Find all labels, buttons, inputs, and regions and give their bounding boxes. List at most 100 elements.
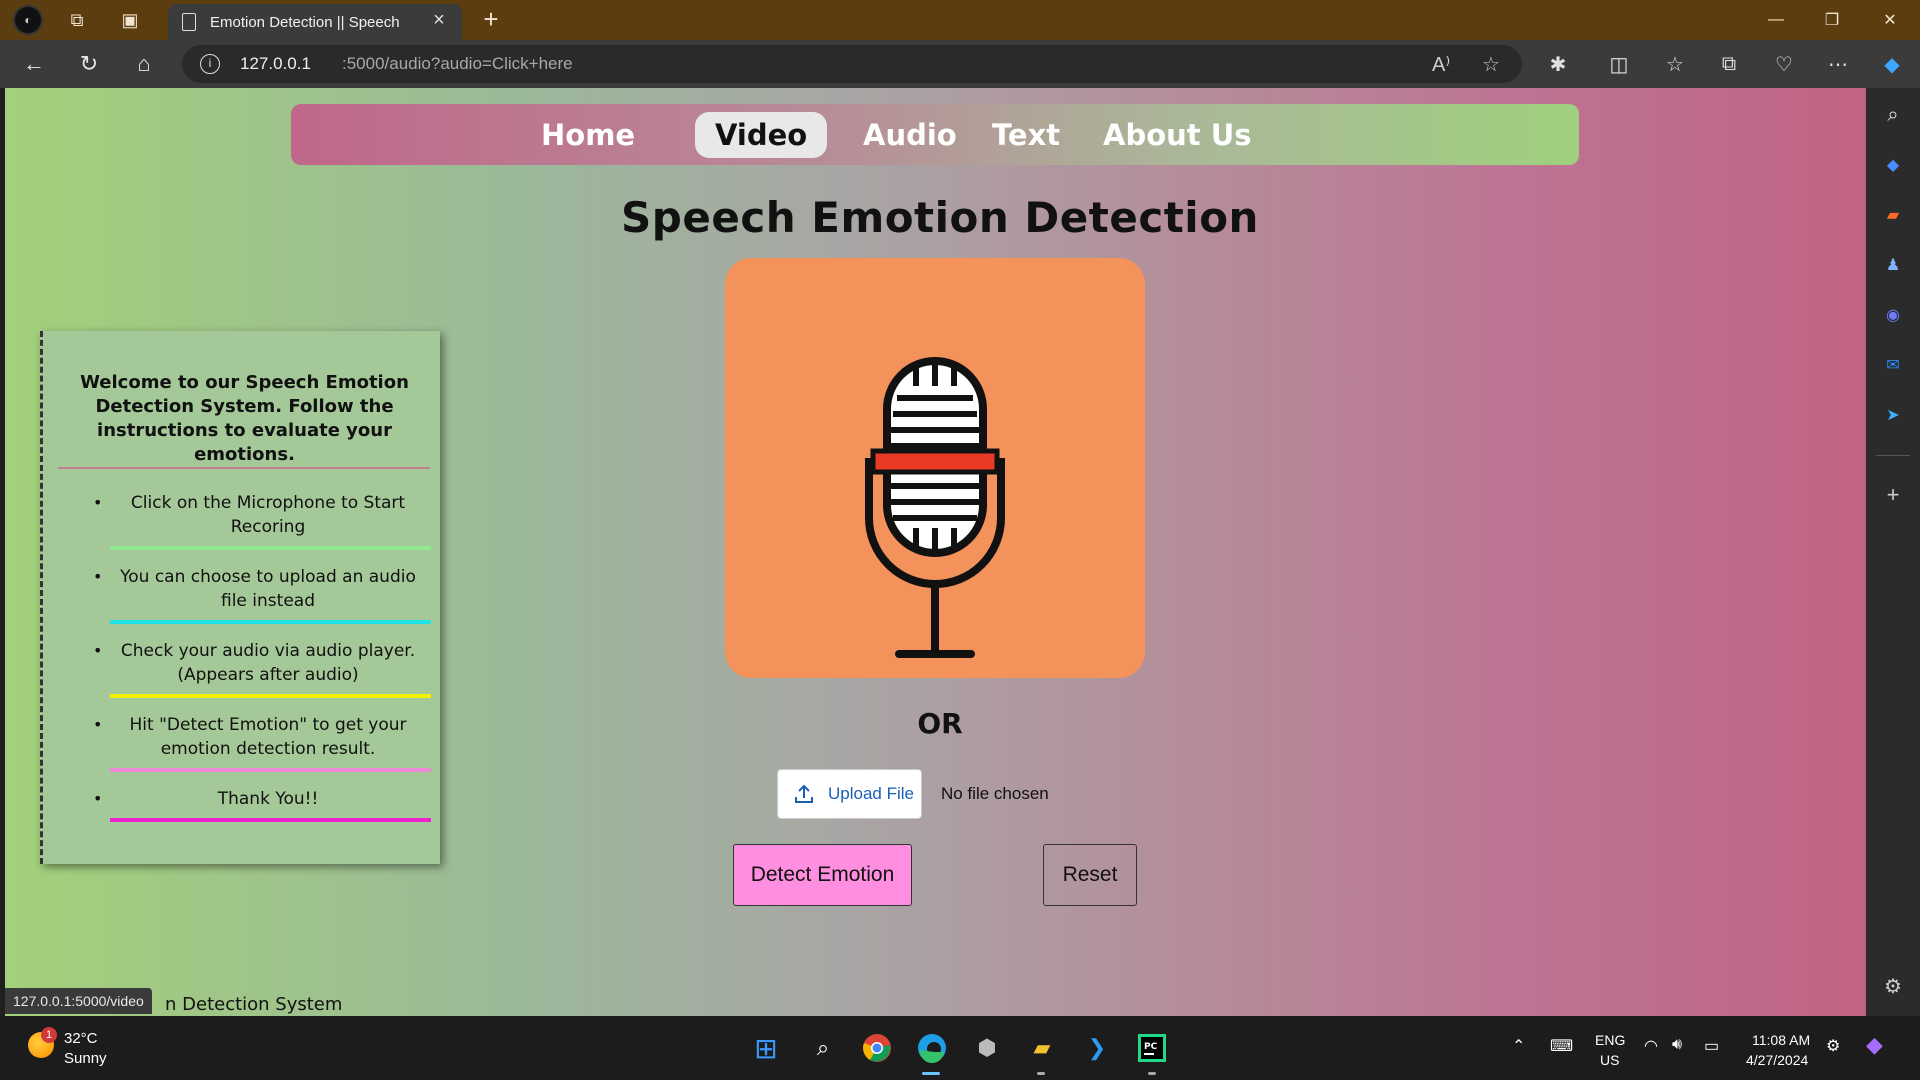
page-icon: [182, 13, 196, 31]
nav-home[interactable]: Home: [521, 112, 655, 158]
vertical-tabs-icon[interactable]: ▣: [115, 6, 145, 34]
shopping-tag-icon[interactable]: ◆: [1878, 150, 1908, 180]
split-screen-icon[interactable]: ◫: [1604, 50, 1634, 78]
status-bar-url: 127.0.0.1:5000/video: [5, 988, 152, 1014]
nav-text[interactable]: Text: [972, 112, 1080, 158]
search-icon[interactable]: ⌕: [806, 1031, 840, 1065]
browser-titlebar: ◐ ⧉ ▣ Emotion Detection || Speech × + — …: [0, 0, 1920, 40]
instruction-underline: [110, 694, 431, 698]
windows-taskbar: 1 32°C Sunny ⊞ ⌕ ⬢ ▰ ❯ PC ⌃ ⌨ ENG US ◠ 🔊…: [0, 1016, 1920, 1080]
microsoft-365-icon[interactable]: ◉: [1878, 300, 1908, 330]
add-icon[interactable]: +: [1878, 480, 1908, 510]
close-window-button[interactable]: ✕: [1862, 0, 1918, 40]
notifications-icon[interactable]: ⚙: [1826, 1036, 1840, 1056]
search-icon[interactable]: ⌕: [1878, 100, 1908, 130]
chrome-icon[interactable]: [860, 1031, 894, 1065]
clock-date[interactable]: 4/27/2024: [1746, 1052, 1808, 1068]
vscode-icon[interactable]: ❯: [1080, 1031, 1114, 1065]
reset-button[interactable]: Reset: [1043, 844, 1137, 906]
extensions-icon[interactable]: ✱: [1543, 50, 1573, 78]
games-icon[interactable]: ♟: [1878, 250, 1908, 280]
url-path: :5000/audio?audio=Click+here: [342, 54, 573, 73]
tab-close-icon[interactable]: ×: [426, 9, 452, 35]
refresh-icon[interactable]: ↻: [73, 49, 105, 79]
detect-emotion-button[interactable]: Detect Emotion: [733, 844, 912, 906]
upload-file-button[interactable]: Upload File: [777, 769, 922, 819]
show-hidden-icons-chevron-icon[interactable]: ⌃: [1512, 1036, 1525, 1056]
windows-start-icon[interactable]: ⊞: [749, 1031, 783, 1065]
instruction-item: Thank You!!: [217, 789, 319, 809]
weather-temperature[interactable]: 32°C: [64, 1030, 98, 1047]
wifi-icon[interactable]: ◠: [1644, 1036, 1658, 1056]
tools-icon[interactable]: ▰: [1878, 200, 1908, 230]
instruction-item: You can choose to upload an audio file i…: [120, 567, 416, 611]
upload-file-label: Upload File: [828, 784, 914, 803]
outlook-icon[interactable]: ✉: [1878, 350, 1908, 380]
weather-badge: 1: [41, 1027, 57, 1043]
battery-icon[interactable]: ▭: [1704, 1036, 1719, 1056]
favorites-icon[interactable]: ☆: [1660, 50, 1690, 78]
clock-time[interactable]: 11:08 AM: [1752, 1032, 1810, 1048]
bullet-icon: •: [93, 715, 103, 734]
collections-icon[interactable]: ⧉: [1714, 50, 1744, 78]
bullet-icon: •: [93, 493, 103, 512]
or-separator: OR: [917, 707, 963, 740]
browser-tab[interactable]: Emotion Detection || Speech ×: [168, 4, 462, 40]
edge-sidebar: ⌕ ◆ ▰ ♟ ◉ ✉ ➤ + ⚙: [1866, 88, 1920, 1016]
instruction-item: Hit "Detect Emotion" to get your emotion…: [129, 715, 407, 759]
site-info-icon[interactable]: i: [200, 54, 220, 74]
read-aloud-icon[interactable]: A⁾: [1432, 52, 1450, 77]
instructions-divider: [58, 467, 430, 469]
file-status-text: No file chosen: [941, 784, 1049, 803]
back-arrow-icon[interactable]: ←: [18, 49, 50, 79]
language-bottom[interactable]: US: [1600, 1052, 1619, 1068]
page-title: Speech Emotion Detection: [621, 193, 1259, 242]
tab-title: Emotion Detection || Speech: [210, 14, 400, 31]
bullet-icon: •: [93, 641, 103, 660]
nav-video[interactable]: Video: [695, 112, 828, 158]
nav-audio[interactable]: Audio: [843, 112, 977, 158]
footer-text: n Detection System: [165, 994, 343, 1015]
instruction-item: Click on the Microphone to Start Recorin…: [130, 493, 406, 537]
welcome-text: Welcome to our Speech Emotion Detection …: [80, 372, 409, 465]
sidebar-divider: [1876, 455, 1910, 456]
pycharm-icon[interactable]: PC: [1135, 1031, 1169, 1065]
new-tab-icon[interactable]: +: [476, 4, 506, 36]
instructions-panel: Welcome to our Speech Emotion Detection …: [40, 331, 440, 864]
address-bar[interactable]: i 127.0.0.1 :5000/audio?audio=Click+here…: [182, 45, 1522, 83]
web-page: Home Video Audio Text About Us Speech Em…: [5, 88, 1866, 1016]
volume-icon[interactable]: 🔊︎: [1672, 1036, 1682, 1054]
file-explorer-icon[interactable]: ▰: [1025, 1031, 1059, 1065]
bullet-icon: •: [93, 567, 103, 586]
upload-icon: [795, 784, 813, 803]
app-hexagon-icon[interactable]: ⬢: [970, 1031, 1004, 1065]
restore-button[interactable]: ❐: [1804, 0, 1860, 40]
browser-essentials-icon[interactable]: ♡: [1769, 50, 1799, 78]
favorite-star-icon[interactable]: ☆: [1482, 52, 1500, 77]
more-menu-icon[interactable]: ⋯: [1823, 50, 1853, 78]
microphone-record-button[interactable]: [725, 258, 1145, 678]
copilot-taskbar-icon[interactable]: ◆: [1866, 1032, 1883, 1058]
workspaces-icon[interactable]: ⧉: [62, 6, 92, 34]
profile-avatar[interactable]: ◐: [13, 5, 43, 35]
home-icon[interactable]: ⌂: [128, 49, 160, 79]
microphone-icon: [865, 357, 1005, 658]
weather-description[interactable]: Sunny: [64, 1050, 107, 1067]
url-host: 127.0.0.1: [240, 54, 311, 73]
keyboard-icon[interactable]: ⌨: [1550, 1036, 1573, 1056]
instruction-underline: [110, 546, 431, 550]
edge-icon[interactable]: [915, 1031, 949, 1065]
instruction-item: Check your audio via audio player. (Appe…: [120, 641, 416, 685]
drop-icon[interactable]: ➤: [1878, 400, 1908, 430]
copilot-icon[interactable]: ◆: [1877, 50, 1907, 78]
nav-about-us[interactable]: About Us: [1083, 112, 1272, 158]
running-app-indicator: [1037, 1072, 1045, 1075]
instruction-underline: [110, 818, 431, 822]
minimize-button[interactable]: —: [1748, 0, 1804, 40]
active-app-indicator: [922, 1072, 940, 1075]
instruction-underline: [110, 768, 431, 772]
settings-gear-icon[interactable]: ⚙: [1878, 971, 1908, 1001]
svg-text:PC: PC: [1144, 1042, 1158, 1052]
language-top[interactable]: ENG: [1595, 1032, 1625, 1048]
browser-toolbar: ← ↻ ⌂ i 127.0.0.1 :5000/audio?audio=Clic…: [0, 40, 1920, 88]
